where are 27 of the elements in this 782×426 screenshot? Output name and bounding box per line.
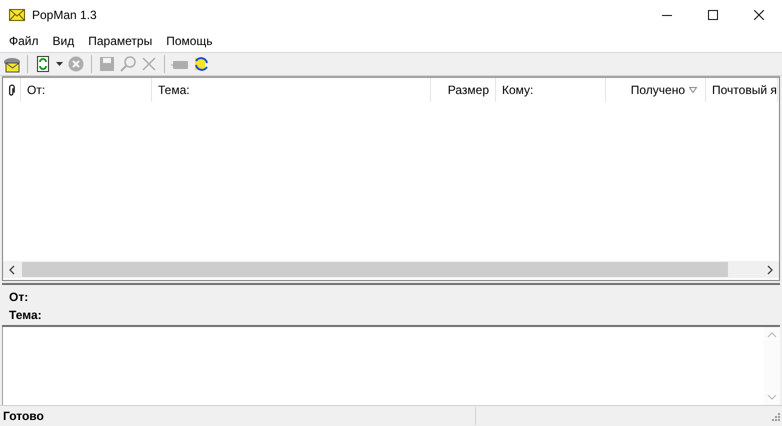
field-label: От: <box>9 290 30 306</box>
status-text: Готово <box>0 407 476 425</box>
mailbox-icon[interactable] <box>3 55 21 73</box>
paperclip-icon <box>8 84 15 96</box>
sort-arrow-icon <box>689 87 697 93</box>
menu-item[interactable]: Вид <box>46 34 82 48</box>
menu-item[interactable]: Файл <box>2 34 46 48</box>
scroll-thumb[interactable] <box>22 262 728 277</box>
resize-grip-icon[interactable] <box>770 411 780 421</box>
column-header[interactable]: Кому: <box>496 78 606 102</box>
menu-item[interactable]: Помощь <box>159 34 220 48</box>
column-header[interactable]: Получено <box>606 78 706 102</box>
column-header[interactable]: Тема: <box>152 78 431 102</box>
close-icon[interactable] <box>754 10 764 20</box>
column-header[interactable]: От: <box>21 78 152 102</box>
field-label: Тема: <box>9 308 43 324</box>
menu-item[interactable]: Параметры <box>81 34 160 48</box>
scroll-left-icon[interactable] <box>8 264 16 274</box>
window-title: PopMan 1.3 <box>32 8 97 22</box>
column-header[interactable]: Размер <box>431 78 496 102</box>
refresh-document-icon[interactable] <box>34 55 52 73</box>
maximize-icon[interactable] <box>708 10 718 20</box>
envelope-icon <box>9 9 25 21</box>
scroll-right-icon[interactable] <box>766 264 774 274</box>
horizontal-scrollbar[interactable] <box>3 261 779 278</box>
sync-icon[interactable] <box>192 55 210 73</box>
column-header[interactable]: Почтовый я <box>706 78 778 102</box>
